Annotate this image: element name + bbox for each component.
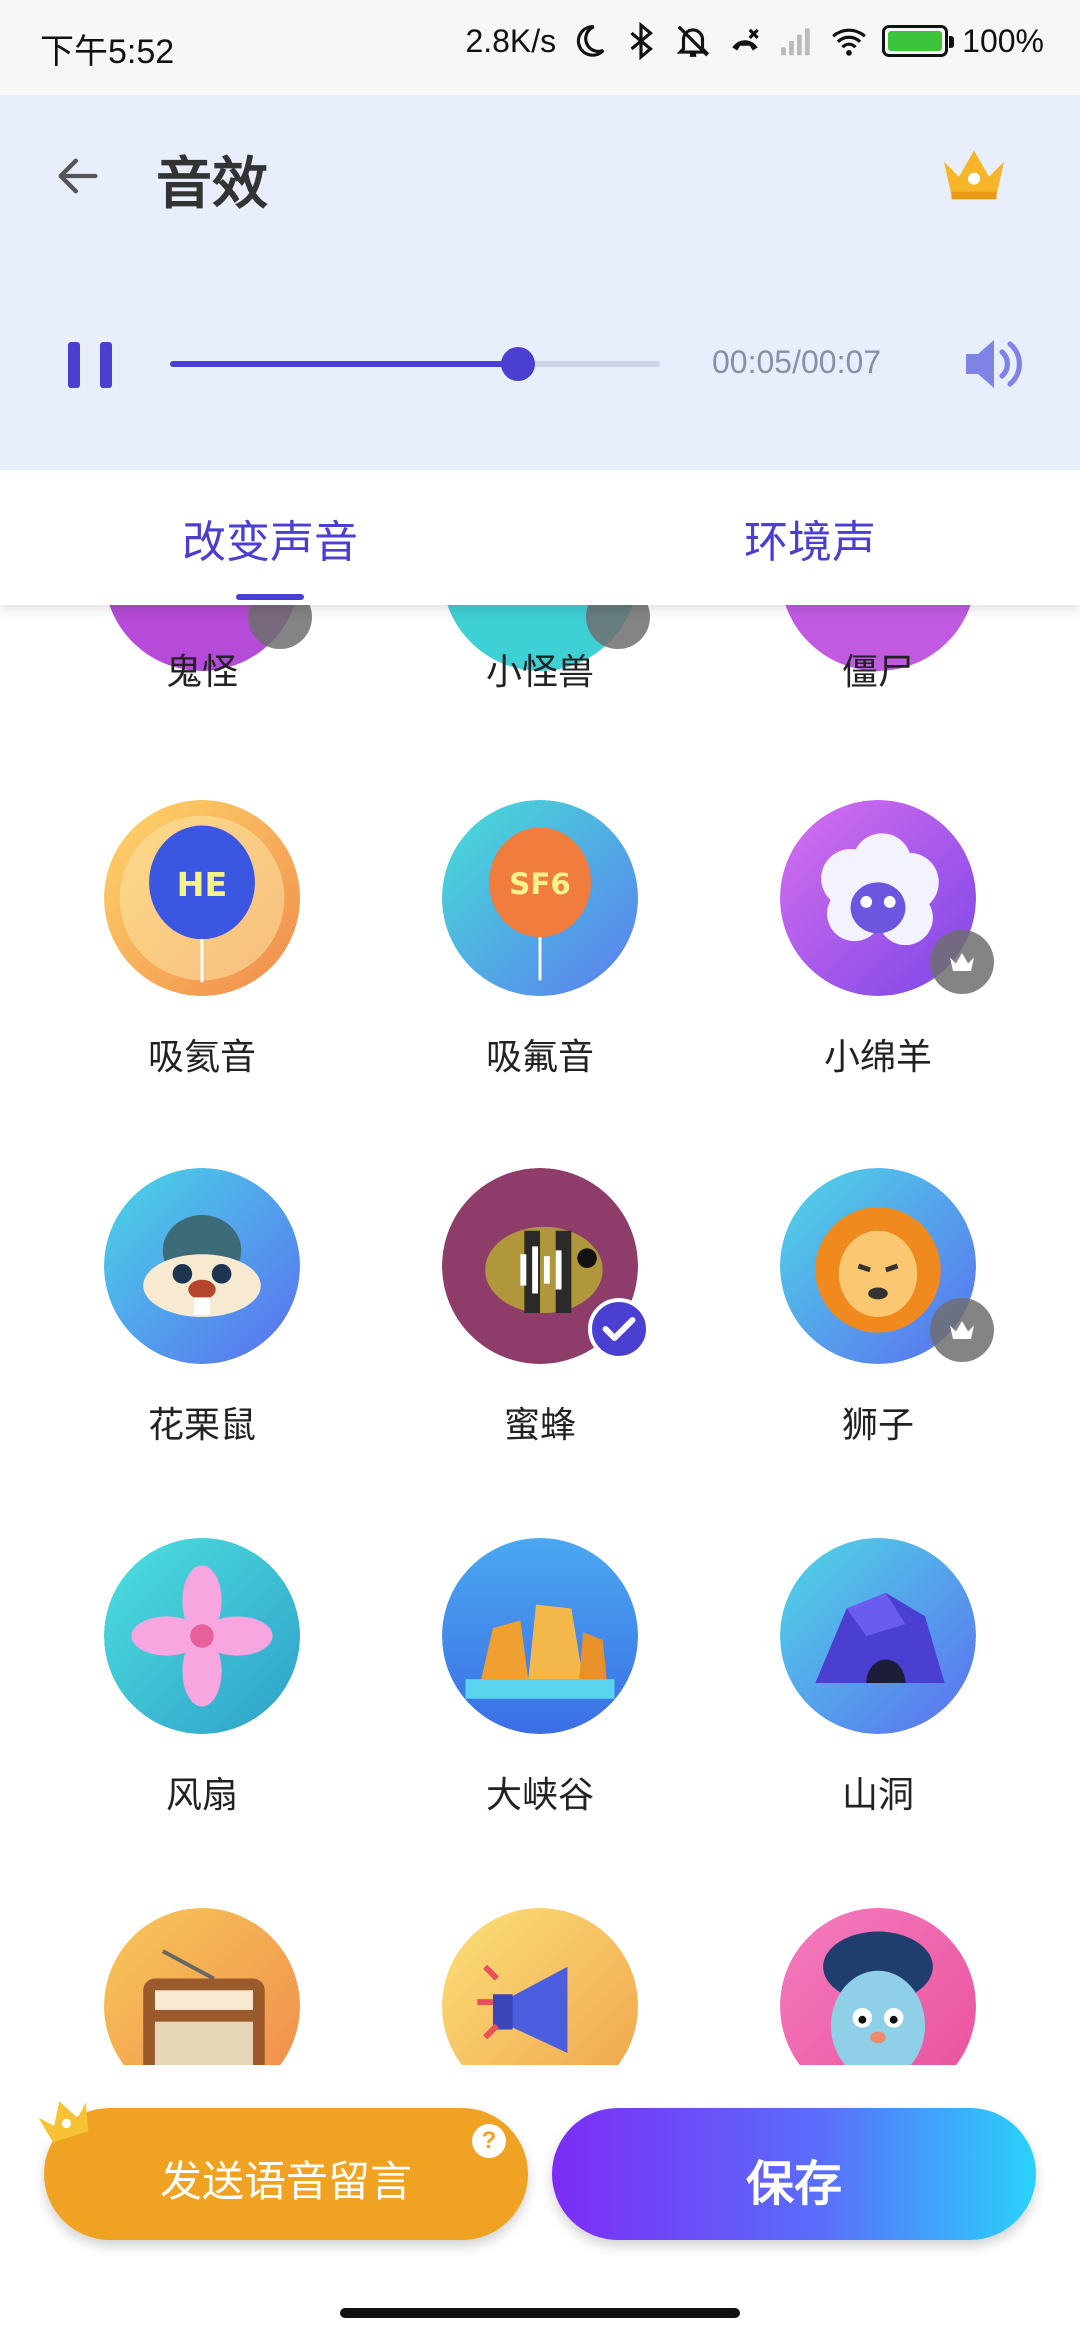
crown-badge-icon [930, 930, 994, 994]
crown-badge-icon [930, 1298, 994, 1362]
network-speed: 2.8K/s [465, 22, 557, 59]
moon-icon [577, 25, 605, 57]
effect-label: 小怪兽 [485, 651, 594, 692]
progress-knob[interactable] [500, 347, 535, 381]
effect-item-monster[interactable]: 小怪兽 [390, 605, 690, 705]
tab-ambient-sound[interactable]: 环境声 [744, 506, 876, 570]
tab-bar: 改变声音 环境声 [0, 470, 1080, 605]
status-time: 下午5:52 [40, 33, 175, 71]
chipmunk-icon [104, 1168, 300, 1364]
effect-item-cave[interactable]: 山洞 [728, 1538, 1028, 1818]
effect-label: 吸氟音 [485, 1036, 594, 1077]
signal-icon [781, 28, 810, 56]
help-icon[interactable]: ? [472, 2124, 506, 2158]
progress-fill [170, 361, 518, 367]
pause-icon[interactable] [68, 342, 112, 388]
send-voice-message-button[interactable]: 发送语音留言 ? [44, 2108, 528, 2240]
bluetooth-icon [630, 22, 654, 60]
effect-label: 鬼怪 [165, 651, 238, 692]
call-icon [732, 28, 759, 51]
effect-item-helium[interactable]: HE 吸氦音 [52, 800, 352, 1080]
effect-item-megaphone[interactable] [390, 1908, 690, 2065]
effect-label: 花栗鼠 [147, 1404, 256, 1445]
progress-slider[interactable] [170, 347, 660, 381]
selected-check-icon [588, 1298, 650, 1360]
wifi-icon [832, 28, 867, 56]
effect-item-fan[interactable]: 风扇 [52, 1538, 352, 1818]
status-icons: 2.8K/s 100% [465, 22, 1044, 60]
sf6-balloon-icon: SF6 [442, 800, 638, 996]
battery-icon [882, 25, 955, 57]
effect-label: 山洞 [841, 1774, 914, 1815]
effect-item-canyon[interactable]: 大峡谷 [390, 1538, 690, 1818]
arrow-left-icon[interactable] [52, 150, 104, 202]
effects-grid: 鬼怪 小怪兽 僵尸 HE 吸氦音 SF6 吸氟音 小绵羊 花栗鼠 蜜蜂 狮子 风… [0, 605, 1080, 2065]
canyon-icon [442, 1538, 638, 1734]
effect-item-chipmunk[interactable]: 花栗鼠 [52, 1168, 352, 1448]
effect-item-nervous[interactable] [728, 1908, 1028, 2065]
effect-item-bee[interactable]: 蜜蜂 [390, 1168, 690, 1448]
balloon-text: HE [177, 865, 228, 904]
save-label: 保存 [745, 2158, 842, 2211]
home-indicator[interactable] [340, 2308, 740, 2318]
effect-item-zombie[interactable]: 僵尸 [728, 605, 1028, 705]
effect-item-sf6[interactable]: SF6 吸氟音 [390, 800, 690, 1080]
speaker-icon[interactable] [962, 336, 1022, 392]
effect-label: 僵尸 [841, 651, 914, 692]
nervous-face-icon [780, 1908, 976, 2065]
audio-player: 00:05/00:07 [0, 330, 1080, 400]
radio-icon [104, 1908, 300, 2065]
effect-label: 小绵羊 [823, 1036, 932, 1077]
tab-indicator [236, 594, 304, 600]
save-button[interactable]: 保存 [552, 2108, 1036, 2240]
header: 音效 00:05/00:07 [0, 95, 1080, 470]
effect-item-ghost[interactable]: 鬼怪 [52, 605, 352, 705]
effect-item-radio[interactable] [52, 1908, 352, 2065]
playback-time: 00:05/00:07 [712, 344, 882, 380]
he-balloon-icon: HE [104, 800, 300, 996]
cave-icon [780, 1538, 976, 1734]
status-bar: 下午5:52 2.8K/s 100% [0, 0, 1080, 95]
fan-icon [104, 1538, 300, 1734]
megaphone-icon [442, 1908, 638, 2065]
page-title: 音效 [156, 152, 268, 215]
send-voice-message-label: 发送语音留言 [159, 2158, 412, 2205]
tab-change-voice[interactable]: 改变声音 [182, 506, 358, 570]
mute-bell-icon [676, 25, 710, 57]
crown-icon[interactable] [936, 143, 1012, 203]
effect-label: 风扇 [165, 1774, 238, 1815]
effect-label: 狮子 [841, 1404, 914, 1445]
effect-label: 吸氦音 [147, 1036, 256, 1077]
effect-label: 蜜蜂 [503, 1404, 576, 1445]
battery-percent: 100% [962, 22, 1044, 59]
effect-item-lion[interactable]: 狮子 [728, 1168, 1028, 1448]
effect-label: 大峡谷 [485, 1774, 594, 1815]
effect-item-sheep[interactable]: 小绵羊 [728, 800, 1028, 1080]
balloon-text: SF6 [509, 867, 571, 901]
